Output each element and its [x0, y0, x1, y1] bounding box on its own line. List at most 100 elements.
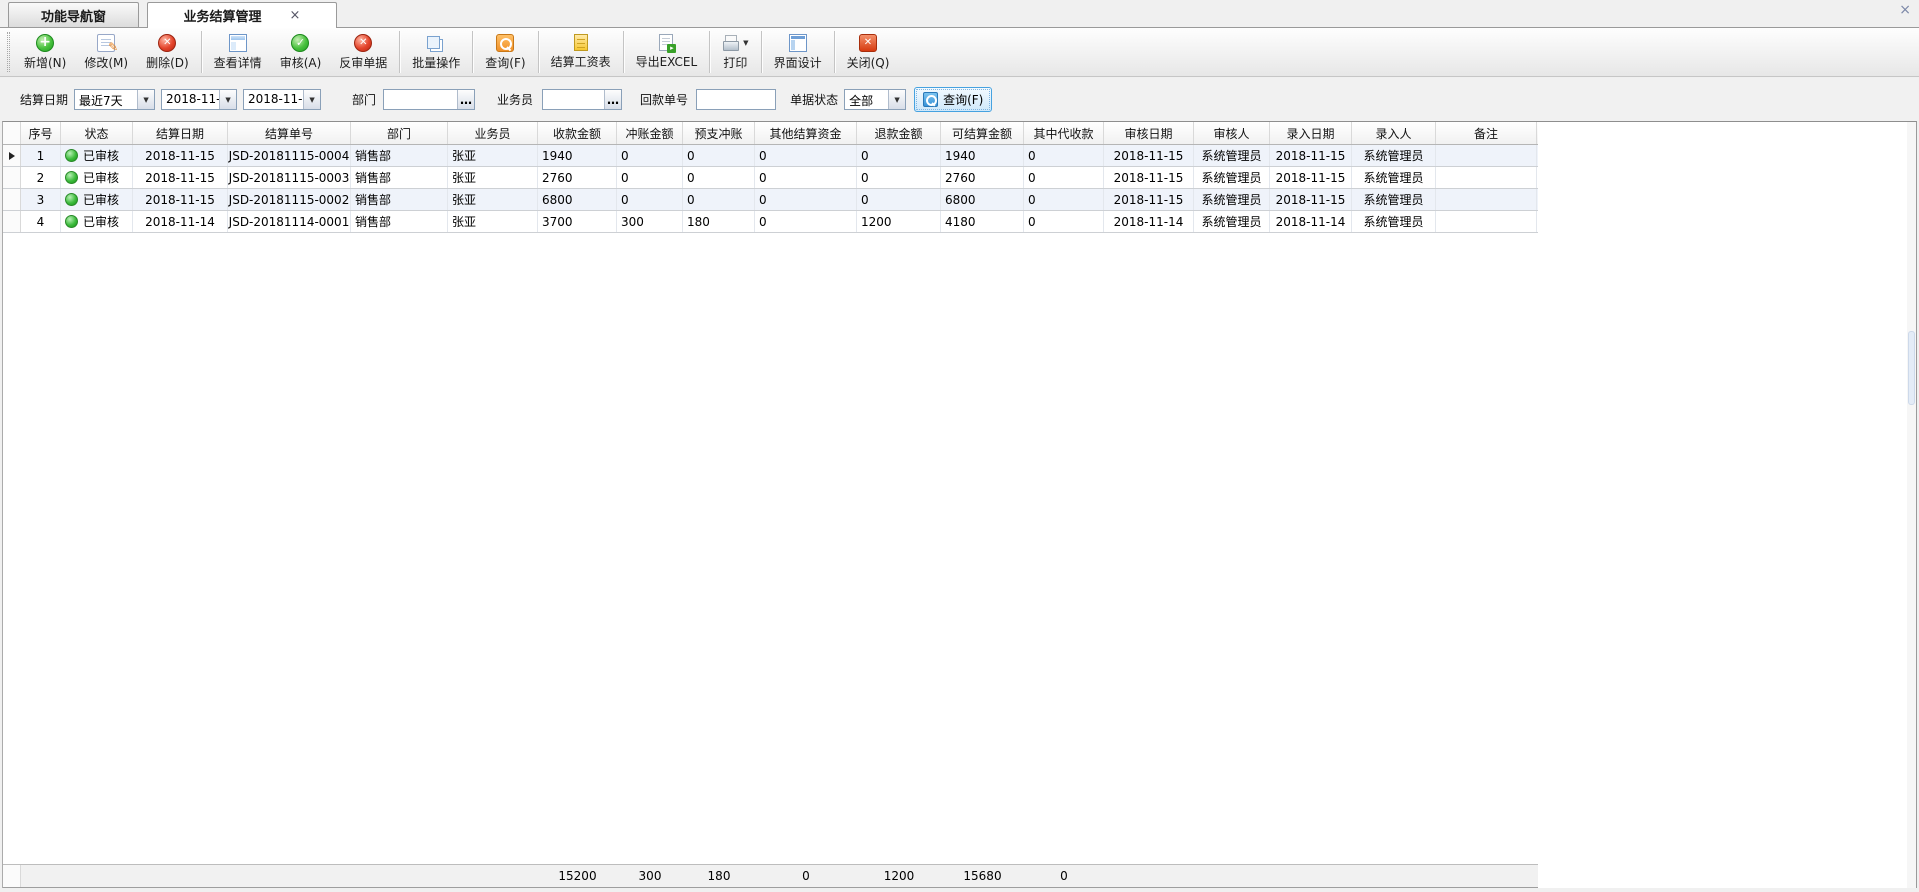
cell-seq: 3: [21, 189, 61, 210]
table-row[interactable]: 1 已审核 2018-11-15 JSD-20181115-0004 销售部 张…: [3, 145, 1538, 167]
table-row[interactable]: 4 已审核 2018-11-14 JSD-20181114-0001 销售部 张…: [3, 211, 1538, 233]
agent-input-field[interactable]: [543, 90, 604, 109]
agent-lookup-button[interactable]: …: [604, 90, 621, 109]
col-header-settle-date[interactable]: 结算日期: [133, 122, 228, 144]
cell-offset-amount: 0: [617, 189, 683, 210]
col-header-entry-date[interactable]: 录入日期: [1270, 122, 1352, 144]
cell-other-funds: 0: [755, 167, 857, 188]
col-header-entrant[interactable]: 录入人: [1352, 122, 1436, 144]
button-label: 审核(A): [280, 54, 322, 71]
scrollbar-thumb[interactable]: [1908, 331, 1915, 405]
table-row[interactable]: 2 已审核 2018-11-15 JSD-20181115-0003 销售部 张…: [3, 167, 1538, 189]
cell-refund-amount: 0: [857, 145, 941, 166]
unaudit-button[interactable]: 反审单据: [330, 29, 396, 75]
batch-operation-button[interactable]: 批量操作: [403, 29, 469, 75]
col-header-other-funds[interactable]: 其他结算资金: [755, 122, 857, 144]
col-header-advance-offset[interactable]: 预支冲账: [683, 122, 755, 144]
dept-lookup-button[interactable]: …: [457, 90, 474, 109]
query-button[interactable]: 查询(F): [914, 87, 992, 112]
col-header-collection[interactable]: 其中代收款: [1024, 122, 1104, 144]
col-header-agent[interactable]: 业务员: [448, 122, 538, 144]
dropdown-button[interactable]: ▼: [137, 90, 154, 109]
approved-status-icon: [65, 193, 78, 206]
dept-input[interactable]: …: [383, 89, 475, 110]
ui-design-button[interactable]: 界面设计: [765, 29, 831, 75]
app-window: × 功能导航窗 业务结算管理 × 新增(N) 修改(M) 删除(D) 查看详情: [0, 0, 1919, 892]
date-to-value: 2018-11-15: [244, 90, 303, 109]
batch-icon: [427, 36, 440, 49]
button-label: 修改(M): [84, 54, 128, 71]
doc-status-value: 全部: [845, 90, 888, 109]
date-range-select[interactable]: 最近7天 ▼: [74, 89, 155, 110]
toolbar-drag-handle[interactable]: [7, 32, 10, 72]
summary-empty: [228, 865, 351, 887]
receipt-no-input[interactable]: [696, 89, 776, 110]
filter-bar: 结算日期 最近7天 ▼ 2018-11-08 ▼ 2018-11-15 ▼ 部门…: [0, 78, 1919, 121]
cell-seq: 2: [21, 167, 61, 188]
tab-function-nav[interactable]: 功能导航窗: [8, 2, 139, 27]
cell-agent: 张亚: [448, 167, 538, 188]
date-to-select[interactable]: 2018-11-15 ▼: [243, 89, 321, 110]
audit-button[interactable]: 审核(A): [271, 29, 331, 75]
cell-refund-amount: 1200: [857, 211, 941, 232]
delete-button[interactable]: 删除(D): [137, 29, 198, 75]
approved-status-icon: [65, 215, 78, 228]
unaudit-icon: [354, 34, 372, 52]
col-header-receipt-amount[interactable]: 收款金额: [538, 122, 617, 144]
dept-input-field[interactable]: [384, 90, 457, 109]
table-row[interactable]: 3 已审核 2018-11-15 JSD-20181115-0002 销售部 张…: [3, 189, 1538, 211]
dropdown-button[interactable]: ▼: [888, 90, 905, 109]
print-button[interactable]: ▼ 打印: [713, 29, 757, 75]
summary-empty: [1436, 865, 1537, 887]
col-header-offset-amount[interactable]: 冲账金额: [617, 122, 683, 144]
col-header-audit-date[interactable]: 审核日期: [1104, 122, 1194, 144]
approved-status-icon: [65, 171, 78, 184]
col-header-dept[interactable]: 部门: [351, 122, 448, 144]
add-icon: [36, 34, 54, 52]
cell-collection: 0: [1024, 189, 1104, 210]
cell-audit-date: 2018-11-15: [1104, 167, 1194, 188]
query-toolbar-button[interactable]: 查询(F): [476, 29, 534, 75]
summary-receipt-total: 15200: [538, 865, 617, 887]
cell-offset-amount: 300: [617, 211, 683, 232]
close-tab-button[interactable]: 关闭(Q): [838, 29, 899, 75]
print-dropdown-icon[interactable]: ▼: [743, 39, 748, 47]
doc-status-label: 单据状态: [790, 91, 838, 108]
cell-audit-date: 2018-11-15: [1104, 189, 1194, 210]
dropdown-button[interactable]: ▼: [219, 90, 236, 109]
tab-close-icon[interactable]: ×: [290, 8, 301, 23]
cell-refund-amount: 0: [857, 189, 941, 210]
summary-row: 15200 300 180 0 1200 15680 0: [3, 864, 1538, 888]
dropdown-button[interactable]: ▼: [303, 90, 320, 109]
view-detail-button[interactable]: 查看详情: [205, 29, 271, 75]
modify-button[interactable]: 修改(M): [75, 29, 137, 75]
cell-collection: 0: [1024, 167, 1104, 188]
tab-label: 功能导航窗: [41, 6, 106, 25]
toolbar-separator: [834, 31, 835, 73]
export-excel-button[interactable]: 导出EXCEL: [627, 29, 707, 75]
col-header-refund-amount[interactable]: 退款金额: [857, 122, 941, 144]
add-button[interactable]: 新增(N): [15, 29, 75, 75]
col-header-auditor[interactable]: 审核人: [1194, 122, 1270, 144]
col-header-remark[interactable]: 备注: [1436, 122, 1537, 144]
col-header-doc-no[interactable]: 结算单号: [228, 122, 351, 144]
cell-auditor: 系统管理员: [1194, 189, 1270, 210]
col-header-status[interactable]: 状态: [61, 122, 133, 144]
vertical-scrollbar[interactable]: [1907, 122, 1916, 888]
cell-status: 已审核: [61, 211, 133, 232]
agent-input[interactable]: …: [542, 89, 622, 110]
cell-doc-no: JSD-20181115-0004: [228, 145, 351, 166]
date-from-select[interactable]: 2018-11-08 ▼: [161, 89, 237, 110]
tab-business-settlement[interactable]: 业务结算管理 ×: [147, 2, 337, 28]
receipt-no-input-field[interactable]: [697, 90, 775, 109]
cell-entrant: 系统管理员: [1352, 145, 1436, 166]
agent-label: 业务员: [497, 91, 533, 108]
toolbar-separator: [709, 31, 710, 73]
date-from-value: 2018-11-08: [162, 90, 219, 109]
doc-status-select[interactable]: 全部 ▼: [844, 89, 906, 110]
cell-agent: 张亚: [448, 211, 538, 232]
col-header-settleable-amount[interactable]: 可结算金额: [941, 122, 1024, 144]
export-excel-icon: [659, 34, 673, 51]
col-header-seq[interactable]: 序号: [21, 122, 61, 144]
settlement-payroll-button[interactable]: 结算工资表: [542, 29, 620, 75]
